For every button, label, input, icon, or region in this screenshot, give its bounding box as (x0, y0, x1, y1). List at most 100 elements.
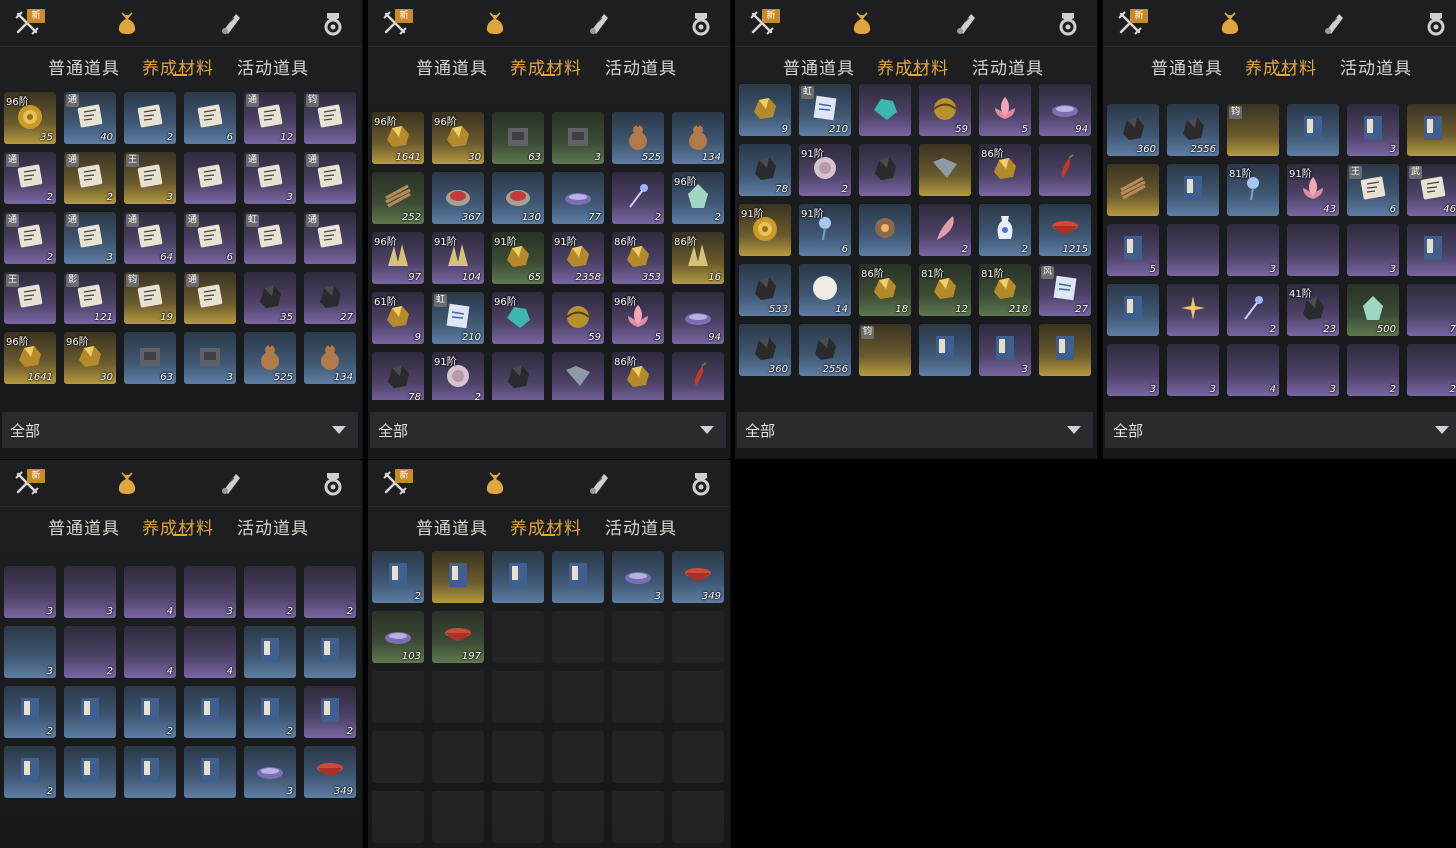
item-slot[interactable]: 59 (919, 84, 971, 136)
item-slot[interactable]: 96阶 (492, 292, 544, 344)
item-slot[interactable] (1167, 284, 1219, 336)
item-slot[interactable]: 4 (124, 566, 176, 618)
item-slot[interactable]: 41阶 23 (1287, 284, 1339, 336)
item-slot[interactable]: 钧 (1227, 104, 1279, 156)
item-slot[interactable]: 7 (1407, 284, 1456, 336)
tab-scroll-icon[interactable] (951, 8, 981, 38)
item-slot[interactable] (859, 144, 911, 196)
item-slot[interactable] (64, 686, 116, 738)
item-slot[interactable] (552, 352, 604, 400)
item-slot[interactable]: 通 40 (64, 92, 116, 144)
item-slot[interactable]: 81阶 218 (979, 264, 1031, 316)
category-tab[interactable]: 普通道具 (416, 54, 488, 79)
item-slot[interactable]: 2556 (799, 324, 851, 376)
item-slot[interactable]: 2 (4, 746, 56, 798)
category-tab[interactable]: 普通道具 (48, 514, 120, 539)
item-slot[interactable] (859, 204, 911, 256)
item-slot[interactable]: 61阶 9 (372, 292, 424, 344)
item-slot[interactable]: 4 (1227, 344, 1279, 396)
item-slot[interactable]: 94 (1039, 84, 1091, 136)
item-slot[interactable] (1407, 104, 1456, 156)
item-slot[interactable] (1287, 224, 1339, 276)
category-tab[interactable]: 活动道具 (1340, 54, 1412, 79)
item-slot[interactable]: 2 (612, 172, 664, 224)
item-slot[interactable] (492, 551, 544, 603)
item-slot[interactable]: 通 (304, 152, 356, 204)
item-slot[interactable]: 3 (1107, 344, 1159, 396)
item-slot[interactable] (184, 152, 236, 204)
filter-dropdown[interactable]: 全部 (737, 412, 1093, 448)
item-slot[interactable]: 钧 19 (124, 272, 176, 324)
item-slot[interactable] (919, 144, 971, 196)
item-slot[interactable]: 96阶 5 (612, 292, 664, 344)
tab-pouch-icon[interactable] (480, 8, 510, 38)
item-slot[interactable]: 78 (372, 352, 424, 400)
item-slot[interactable] (859, 84, 911, 136)
tab-medal-icon[interactable] (686, 468, 716, 498)
tab-medal-icon[interactable] (1421, 8, 1451, 38)
category-tab[interactable]: 活动道具 (972, 54, 1044, 79)
item-slot[interactable]: 9 (739, 84, 791, 136)
item-slot[interactable]: 349 (304, 746, 356, 798)
item-slot[interactable]: 103 (372, 611, 424, 663)
item-slot[interactable]: 96阶 1641 (372, 112, 424, 164)
item-slot[interactable]: 3 (1347, 104, 1399, 156)
item-slot[interactable]: 3 (612, 551, 664, 603)
item-slot[interactable]: 通 (184, 272, 236, 324)
tab-pouch-icon[interactable] (112, 8, 142, 38)
item-slot[interactable] (919, 324, 971, 376)
item-slot[interactable]: 通2 (4, 152, 56, 204)
filter-dropdown[interactable]: 全部 (2, 412, 358, 448)
item-slot[interactable]: 2 (979, 204, 1031, 256)
item-slot[interactable]: 91阶 43 (1287, 164, 1339, 216)
item-slot[interactable]: 96阶 97 (372, 232, 424, 284)
item-slot[interactable]: 86阶 18 (859, 264, 911, 316)
item-slot[interactable]: 王3 (124, 152, 176, 204)
item-slot[interactable]: 349 (672, 551, 724, 603)
tab-scroll-icon[interactable] (216, 468, 246, 498)
item-slot[interactable] (672, 352, 724, 400)
tab-medal-icon[interactable] (1053, 8, 1083, 38)
item-slot[interactable]: 96阶 1641 (4, 332, 56, 384)
item-slot[interactable] (432, 551, 484, 603)
item-slot[interactable]: 525 (612, 112, 664, 164)
item-slot[interactable]: 3 (244, 746, 296, 798)
filter-dropdown[interactable]: 全部 (1105, 412, 1456, 448)
item-slot[interactable]: 2 (1347, 344, 1399, 396)
item-slot[interactable]: 96阶 2 (672, 172, 724, 224)
item-slot[interactable]: 2 (4, 686, 56, 738)
category-tab[interactable]: 活动道具 (605, 54, 677, 79)
tab-scroll-icon[interactable] (584, 468, 614, 498)
item-slot[interactable]: 虹 (244, 212, 296, 264)
item-slot[interactable]: 3 (4, 566, 56, 618)
item-slot[interactable]: 2 (304, 566, 356, 618)
item-slot[interactable]: 91阶 2358 (552, 232, 604, 284)
item-slot[interactable]: 500 (1347, 284, 1399, 336)
item-slot[interactable]: 130 (492, 172, 544, 224)
item-slot[interactable]: 197 (432, 611, 484, 663)
category-tab[interactable]: 活动道具 (237, 54, 309, 79)
item-slot[interactable]: 5 (979, 84, 1031, 136)
item-slot[interactable]: 3 (4, 626, 56, 678)
item-slot[interactable]: 27 (304, 272, 356, 324)
item-slot[interactable]: 风 27 (1039, 264, 1091, 316)
tab-scroll-icon[interactable] (1319, 8, 1349, 38)
item-slot[interactable]: 3 (979, 324, 1031, 376)
category-tab[interactable]: 普通道具 (416, 514, 488, 539)
item-slot[interactable]: 6 (184, 92, 236, 144)
item-slot[interactable]: 78 (739, 144, 791, 196)
item-slot[interactable] (1039, 324, 1091, 376)
item-slot[interactable] (1167, 164, 1219, 216)
item-slot[interactable]: 2556 (1167, 104, 1219, 156)
category-tab[interactable]: 普通道具 (783, 54, 855, 79)
item-slot[interactable] (1039, 144, 1091, 196)
item-slot[interactable]: 59 (552, 292, 604, 344)
item-slot[interactable]: 通 12 (244, 92, 296, 144)
item-slot[interactable]: 3 (1167, 344, 1219, 396)
item-slot[interactable]: 2 (919, 204, 971, 256)
item-slot[interactable]: 86阶 (612, 352, 664, 400)
item-slot[interactable]: 96阶 30 (64, 332, 116, 384)
tab-pouch-icon[interactable] (847, 8, 877, 38)
item-slot[interactable] (492, 352, 544, 400)
item-slot[interactable]: 通3 (244, 152, 296, 204)
